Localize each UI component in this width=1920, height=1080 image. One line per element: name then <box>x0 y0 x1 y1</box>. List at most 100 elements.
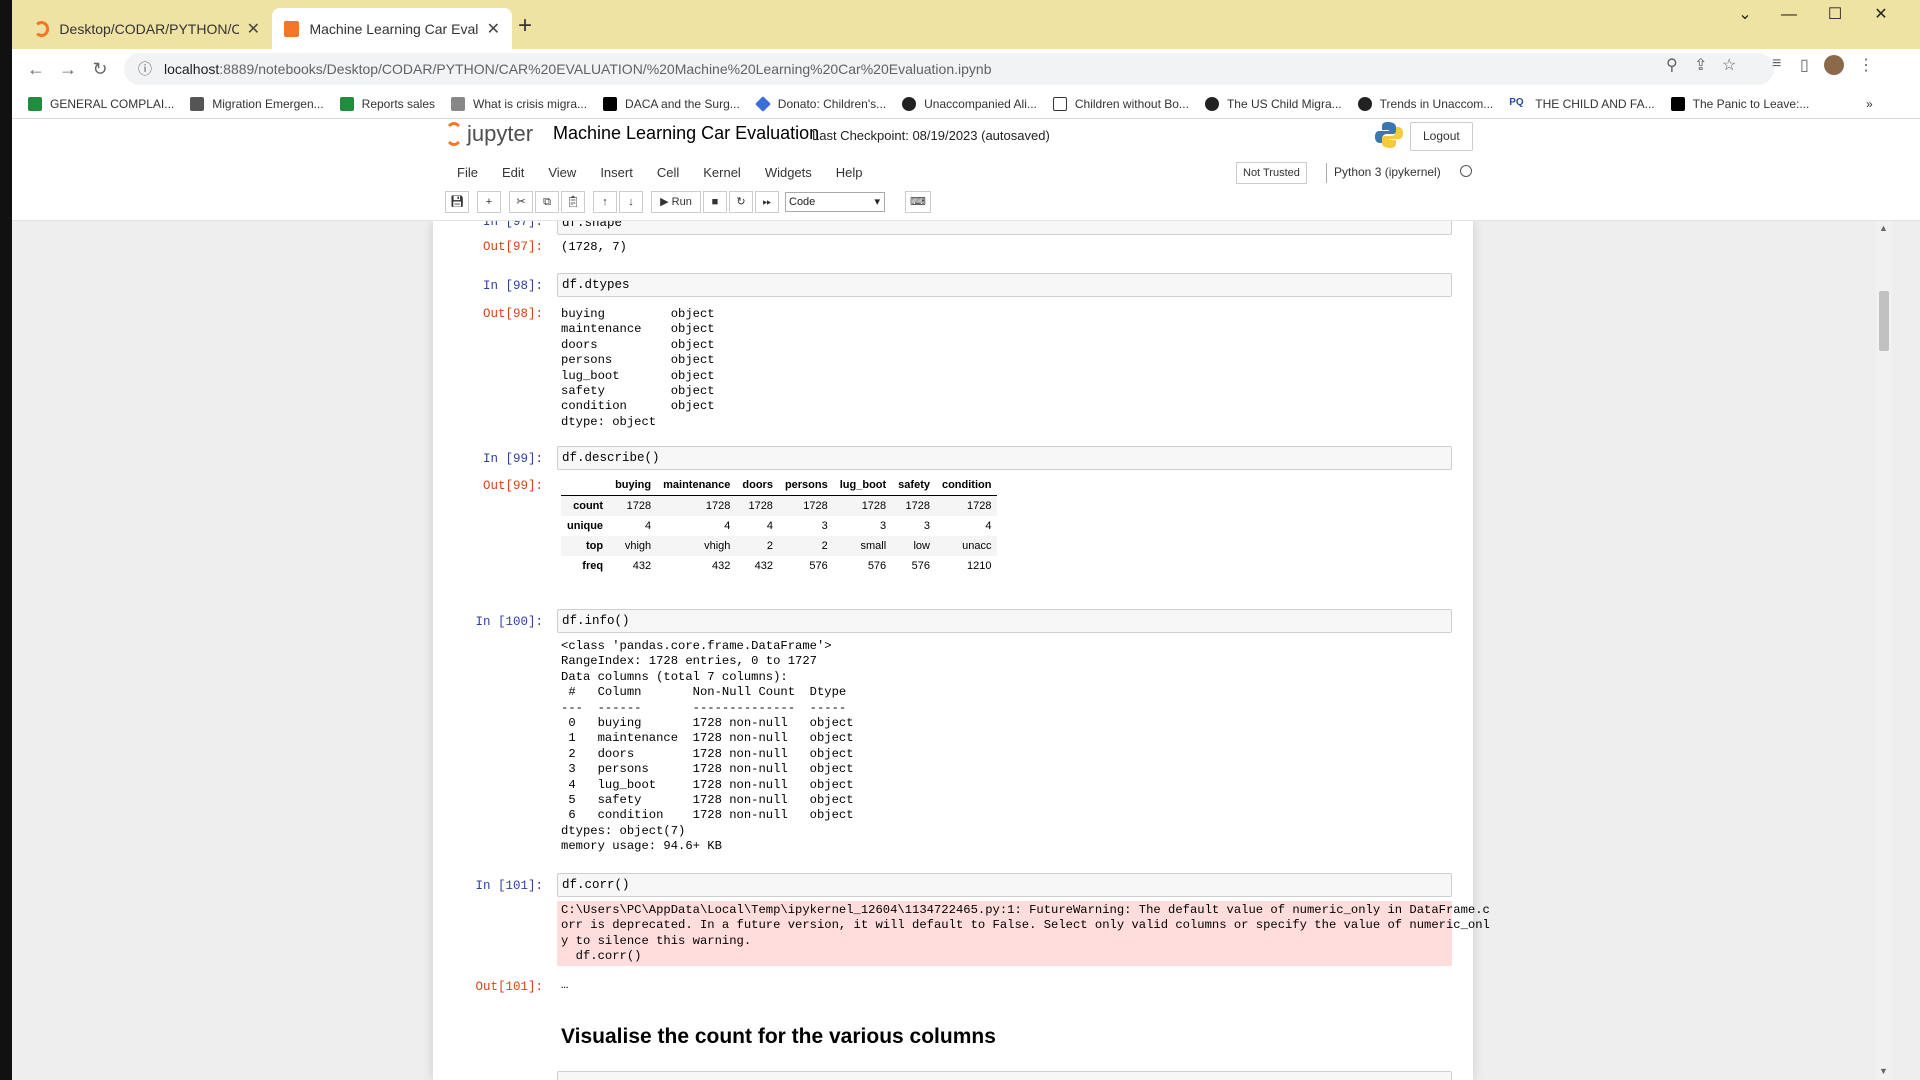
code-cell-input[interactable] <box>557 1071 1452 1080</box>
menu-kernel[interactable]: Kernel <box>691 161 753 187</box>
code-cell-input[interactable]: df.corr() <box>557 873 1452 897</box>
menu-file[interactable]: File <box>445 161 490 187</box>
table-cell: 1728 <box>626 500 652 512</box>
kernel-name[interactable]: Python 3 (ipykernel) <box>1334 165 1441 179</box>
notebook-container: In [97]: df.shape Out[97]: (1728, 7) In … <box>433 221 1490 1080</box>
cell-type-select[interactable]: Code <box>785 192 885 212</box>
address-bar[interactable]: ⓘ localhost:8889/notebooks/Desktop/CODAR… <box>124 53 1774 85</box>
forward-icon[interactable]: → <box>56 57 80 81</box>
jupyter-logo[interactable]: jupyter <box>445 121 533 147</box>
bookmark-label: THE CHILD AND FA... <box>1535 96 1655 111</box>
menu-view[interactable]: View <box>536 161 588 187</box>
close-window-icon[interactable]: ✕ <box>1858 0 1904 32</box>
tab-title: Machine Learning Car Evaluation <box>309 20 479 37</box>
menu-edit[interactable]: Edit <box>490 161 536 187</box>
scrollbar-thumb[interactable] <box>1879 291 1889 351</box>
side-panel-icon[interactable]: ▯ <box>1800 55 1809 75</box>
scroll-up-icon[interactable]: ▲ <box>1879 223 1888 233</box>
minimize-icon[interactable]: — <box>1766 0 1812 32</box>
input-prompt: In [99]: <box>482 452 543 466</box>
insert-cell-icon[interactable]: + <box>477 191 501 213</box>
scroll-down-icon[interactable]: ▼ <box>1879 1066 1888 1076</box>
tab-desktop[interactable]: Desktop/CODAR/PYTHON/CAR E ✕ <box>22 8 272 49</box>
save-icon[interactable]: 💾︎ <box>445 191 469 213</box>
bookmark-label: The Panic to Leave:... <box>1692 96 1810 111</box>
menu-cell[interactable]: Cell <box>645 161 691 187</box>
jupyter-favicon-icon <box>34 20 50 37</box>
table-cell: 432 <box>632 560 652 572</box>
collapsed-output[interactable]: … <box>561 978 568 993</box>
reload-icon[interactable]: ↻ <box>88 57 112 81</box>
restart-icon[interactable]: ↻ <box>729 191 753 213</box>
more-bookmarks-icon[interactable]: » <box>1866 97 1873 111</box>
bookmark-item[interactable]: DACA and the Surg... <box>603 96 740 111</box>
bookmark-item[interactable]: GENERAL COMPLAI... <box>28 96 174 111</box>
bookmark-label: Unaccompanied Ali... <box>924 96 1037 111</box>
move-up-icon[interactable]: ↑ <box>593 191 617 213</box>
restart-run-all-icon[interactable]: ⏩︎ <box>755 191 779 213</box>
table-cell: small <box>860 540 887 552</box>
keyboard-shortcuts-icon[interactable]: ⌨ <box>905 191 931 213</box>
code-cell-input[interactable]: df.dtypes <box>557 273 1452 297</box>
reading-list-icon[interactable]: ≡ <box>1772 55 1781 73</box>
row-label: top <box>585 540 604 552</box>
interrupt-icon[interactable]: ■ <box>703 191 727 213</box>
bookmark-item[interactable]: The Panic to Leave:... <box>1670 96 1810 111</box>
bookmark-item[interactable]: The US Child Migra... <box>1204 96 1342 111</box>
logout-button[interactable]: Logout <box>1410 122 1473 151</box>
copy-icon[interactable]: ⧉ <box>535 191 559 213</box>
bookmark-item[interactable]: Trends in Unaccom... <box>1357 96 1493 111</box>
profile-avatar[interactable] <box>1824 55 1844 75</box>
share-icon[interactable]: ⇪ <box>1694 55 1707 75</box>
bookmark-item[interactable]: Reports sales <box>339 96 435 111</box>
bookmark-item[interactable]: PQ THE CHILD AND FA... <box>1509 96 1655 111</box>
notebook-toolbar: 💾︎ + ✂ ⧉ 📋︎ ↑ ↓ ▶ Run ■ ↻ ⏩︎ Code ⌨ <box>445 190 933 214</box>
code-cell-input[interactable]: df.describe() <box>557 446 1452 470</box>
close-tab-icon[interactable]: ✕ <box>247 19 260 39</box>
new-tab-icon[interactable]: + <box>518 12 532 40</box>
menu-widgets[interactable]: Widgets <box>753 161 824 187</box>
run-button[interactable]: ▶ Run <box>651 191 701 213</box>
maximize-icon[interactable]: ☐ <box>1812 0 1858 32</box>
browser-menu-icon[interactable]: ⋮ <box>1858 55 1874 75</box>
tab-search-icon[interactable]: ⌄ <box>1722 0 1768 32</box>
bookmark-item[interactable]: Donato: Children's... <box>754 95 886 112</box>
column-header <box>561 475 610 496</box>
bookmark-item[interactable]: Children without Bo... <box>1052 96 1189 111</box>
menu-insert[interactable]: Insert <box>588 161 645 187</box>
code-cell-input[interactable]: df.shape <box>557 221 1452 235</box>
menu-help[interactable]: Help <box>824 161 875 187</box>
site-info-icon[interactable]: ⓘ <box>138 53 152 85</box>
cut-icon[interactable]: ✂ <box>509 191 533 213</box>
code-text: df.shape <box>562 221 623 230</box>
bookmark-star-icon[interactable]: ☆ <box>1722 55 1736 75</box>
table-row: freq 432 432 432 576 576 576 1210 <box>561 556 997 576</box>
column-header: doors <box>736 475 779 496</box>
table-cell: 1728 <box>861 500 887 512</box>
row-label: count <box>573 500 604 512</box>
bookmark-item[interactable]: Migration Emergen... <box>190 96 324 111</box>
bookmark-item[interactable]: What is crisis migra... <box>451 96 587 111</box>
trust-indicator[interactable]: Not Trusted <box>1236 162 1307 184</box>
bookmarks-bar: GENERAL COMPLAI... Migration Emergen... … <box>12 89 1920 119</box>
bookmark-item[interactable]: Unaccompanied Ali... <box>902 96 1037 111</box>
table-cell: 1210 <box>966 560 992 572</box>
move-down-icon[interactable]: ↓ <box>619 191 643 213</box>
zoom-icon[interactable]: ⚲ <box>1666 55 1678 75</box>
vertical-scrollbar[interactable]: ▲ ▼ <box>1876 221 1892 1080</box>
notebook-title[interactable]: Machine Learning Car Evaluation <box>553 123 819 144</box>
bookmark-label: DACA and the Surg... <box>625 96 740 111</box>
code-text: df.dtypes <box>562 278 630 292</box>
column-header: lug_boot <box>833 475 893 496</box>
desktop-edge-left <box>0 0 12 1080</box>
table-cell: 1728 <box>705 500 731 512</box>
code-cell-input[interactable]: df.info() <box>557 609 1452 633</box>
output-prompt: Out[101]: <box>475 980 543 994</box>
close-tab-icon[interactable]: ✕ <box>487 19 500 39</box>
tab-notebook[interactable]: Machine Learning Car Evaluation ✕ <box>272 8 512 49</box>
bookmark-label: Migration Emergen... <box>212 96 324 111</box>
back-icon[interactable]: ← <box>24 57 48 81</box>
table-cell: 2 <box>821 540 828 552</box>
jupyter-logo-text: jupyter <box>467 121 534 146</box>
paste-icon[interactable]: 📋︎ <box>561 191 585 213</box>
